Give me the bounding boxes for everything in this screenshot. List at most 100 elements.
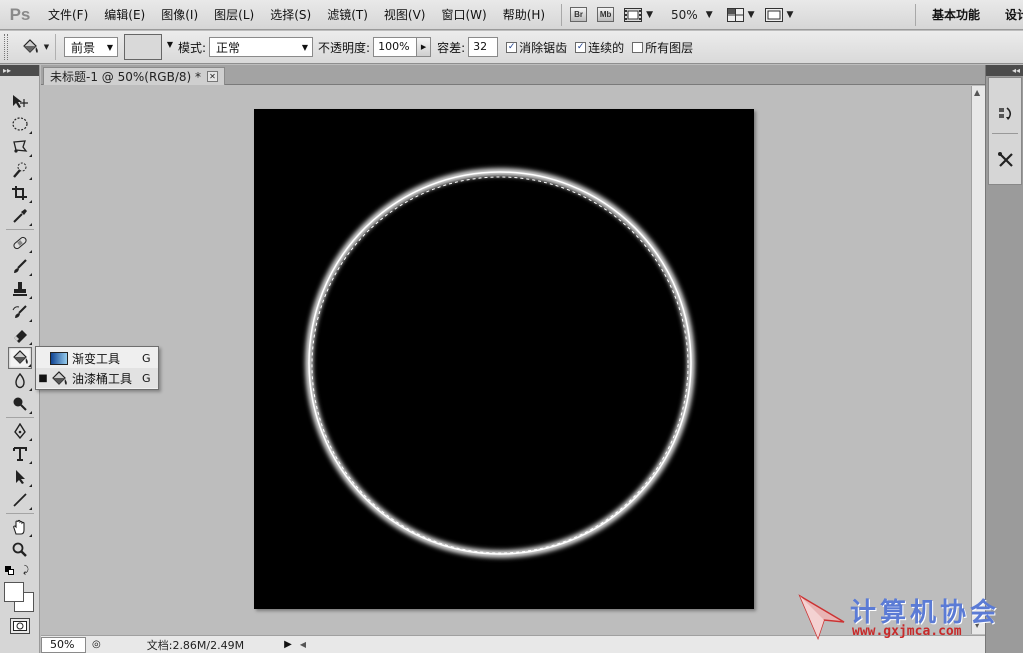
collapsed-panels [988,77,1022,185]
status-info-icon[interactable]: ◎ [92,639,101,650]
tolerance-input[interactable]: 32 [468,37,499,57]
right-dock-expand-icon[interactable]: ◂◂ [986,65,1023,76]
bridge-button[interactable]: Br [570,5,588,25]
crop-tool[interactable] [8,182,32,204]
eyedropper-tool[interactable] [8,205,32,227]
type-tool[interactable] [8,443,32,465]
film-strip-icon [624,7,643,22]
brush-tool[interactable] [8,255,32,277]
workspace-essentials[interactable]: 基本功能 [932,0,980,30]
band-aid-icon [13,236,27,250]
type-icon [13,447,27,461]
document-tab[interactable]: 未标题-1 @ 50%(RGB/8) * ✕ [43,67,225,85]
fill-source-select[interactable]: 前景 ▼ [64,37,118,57]
hand-tool[interactable] [8,516,32,538]
selected-bullet: ■ [38,372,48,384]
antialias-checkbox[interactable]: ✓ [506,41,518,53]
menu-file[interactable]: 文件(F) [40,0,96,30]
chevron-down-icon: ▼ [106,42,113,52]
close-icon[interactable]: ✕ [207,71,218,82]
elliptical-marquee-icon [12,117,28,131]
paint-bucket-tool[interactable] [8,347,32,369]
clone-stamp-tool[interactable] [8,278,32,300]
blend-mode-select[interactable]: 正常 ▼ [209,37,314,57]
workspace-separator [915,4,916,26]
vertical-scrollbar[interactable]: ▲ ▼ [971,86,985,634]
quick-selection-tool[interactable] [8,159,32,181]
zoom-tool[interactable] [8,539,32,561]
swap-colors-icon[interactable]: ⤸ [23,565,29,576]
pen-tool[interactable] [8,420,32,442]
lasso-tool[interactable] [8,136,32,158]
paint-bucket-icon [22,39,38,53]
tool-presets-panel-button[interactable] [994,148,1018,172]
mini-bridge-button[interactable]: Mb [597,5,615,25]
menu-separator [561,3,563,26]
scroll-left-icon[interactable]: ◀ [300,640,306,649]
quick-mask-button[interactable] [10,618,30,634]
eraser-tool[interactable] [8,324,32,346]
history-panel-button[interactable] [994,102,1018,126]
document-canvas[interactable] [254,109,754,609]
move-icon [13,95,28,108]
workspace-design[interactable]: 设计 [1005,0,1023,30]
dodge-tool[interactable] [8,393,32,415]
polygonal-lasso-icon [13,140,28,153]
healing-brush-tool[interactable] [8,232,32,254]
menu-image[interactable]: 图像(I) [153,0,206,30]
tool-flyout-menu: 渐变工具 G ■ 油漆桶工具 G [35,346,159,390]
antialias-option[interactable]: ✓ 消除锯齿 [506,39,567,56]
fill-source-value: 前景 [71,40,96,55]
contiguous-option[interactable]: ✓ 连续的 [575,39,624,56]
quick-selection-icon [13,162,27,178]
blur-tool[interactable] [8,370,32,392]
line-tool[interactable] [8,489,32,511]
menu-layer[interactable]: 图层(L) [206,0,262,30]
path-selection-tool[interactable] [8,466,32,488]
zoom-chevron-down-icon[interactable]: ▼ [706,10,713,20]
all-layers-option[interactable]: 所有图层 [632,39,693,56]
stamp-icon [13,282,27,296]
opacity-input[interactable]: 100% [373,37,418,57]
tools-panel-collapse-icon[interactable]: ▸▸ [0,65,39,76]
menu-help[interactable]: 帮助(H) [495,0,553,30]
menu-filter[interactable]: 滤镜(T) [319,0,376,30]
history-icon [999,107,1012,120]
scroll-up-icon[interactable]: ▲ [974,88,980,97]
all-layers-label: 所有图层 [645,40,694,55]
status-zoom-input[interactable]: 50% [41,636,86,653]
canvas-workspace[interactable] [41,86,971,634]
blur-drop-icon [15,373,25,389]
menu-window[interactable]: 窗口(W) [433,0,494,30]
history-brush-tool[interactable] [8,301,32,323]
pattern-picker[interactable]: ▼ [124,34,173,60]
flyout-item-gradient[interactable]: 渐变工具 G [36,348,158,368]
eyedropper-icon [13,209,27,223]
watermark-url: www.gxjmca.com [852,624,962,639]
screen-mode-button[interactable]: ▼ [764,5,793,25]
foreground-color-swatch[interactable] [4,582,24,602]
default-colors-icon[interactable] [5,566,15,576]
menu-edit[interactable]: 编辑(E) [96,0,153,30]
marquee-tool[interactable] [8,113,32,135]
opacity-slider-button[interactable]: ▶ [417,37,432,57]
zoom-level-display[interactable]: 50% [671,8,698,22]
contiguous-checkbox[interactable]: ✓ [575,41,587,53]
menu-select[interactable]: 选择(S) [262,0,319,30]
view-extras-button[interactable]: ▼ [624,5,653,25]
tool-preset-picker[interactable]: ▼ [14,34,56,60]
mode-label: 模式: [178,40,207,55]
status-menu-arrow-icon[interactable]: ▶ [284,639,292,650]
pen-icon [14,423,26,439]
paint-bucket-icon [13,350,28,364]
arrange-documents-button[interactable]: ▼ [726,5,755,25]
flyout-item-shortcut: G [142,371,151,385]
flyout-item-label: 油漆桶工具 [72,371,133,386]
options-grip[interactable] [4,34,8,60]
all-layers-checkbox[interactable] [632,41,644,53]
toolbar-divider [6,417,34,418]
menu-view[interactable]: 视图(V) [376,0,434,30]
tools-crossed-icon [998,152,1013,167]
move-tool[interactable] [8,90,32,112]
flyout-item-paint-bucket[interactable]: ■ 油漆桶工具 G [36,368,158,388]
